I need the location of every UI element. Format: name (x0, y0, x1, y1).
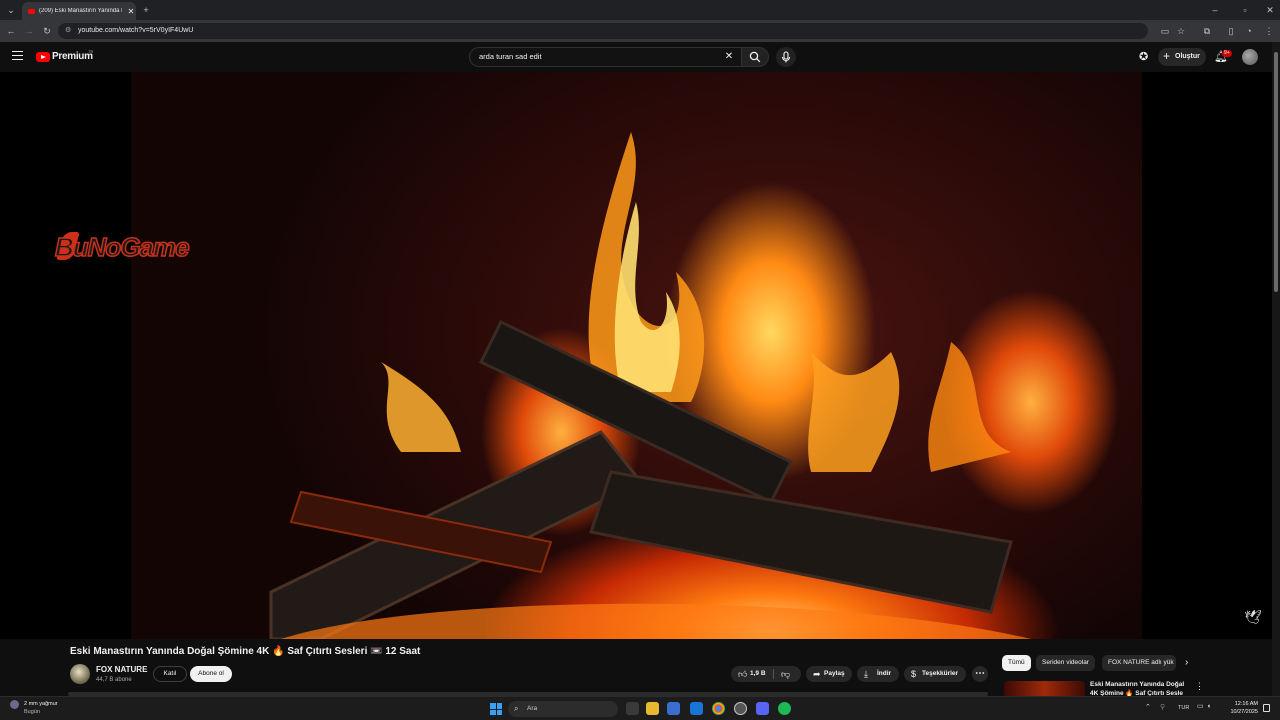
mic-icon (781, 51, 791, 63)
studio-icon[interactable]: ✪ (1139, 50, 1148, 63)
like-count[interactable]: 1,9 B (750, 666, 766, 682)
chip-channel[interactable]: FOX NATURE adlı yük (1102, 655, 1176, 671)
weather-day: Bugün (24, 709, 40, 715)
address-bar: ← → ↻ ⚙ youtube.com/watch?v=5rV0yIF4UwU … (0, 20, 1280, 42)
tab-search-icon[interactable]: ⌄ (4, 0, 18, 20)
bird-corner-icon: 🕊︎ (1244, 609, 1262, 625)
forward-icon[interactable]: → (22, 20, 36, 42)
create-label: Oluştur (1175, 53, 1200, 60)
join-button[interactable]: Katıl (153, 666, 187, 682)
subscribe-button[interactable]: Abone ol (190, 666, 232, 682)
recommended-menu-icon[interactable]: ⋮ (1195, 681, 1204, 691)
task-view-icon[interactable] (626, 702, 639, 715)
chip-all[interactable]: Tümü (1002, 655, 1031, 671)
maximize-icon[interactable]: ▫ (1238, 0, 1252, 20)
share-label: Paylaş (824, 670, 845, 677)
tab-close-icon[interactable]: ✕ (126, 7, 136, 16)
extensions-icon[interactable]: ⧉ (1200, 20, 1214, 42)
subscriber-count: 44,7 B abone (96, 677, 132, 683)
video-title: Eski Manastırın Yanında Doğal Şömine 4K … (70, 646, 421, 657)
store-icon[interactable] (667, 702, 680, 715)
video-player[interactable]: BuNoGame 🕊︎ (0, 72, 1272, 639)
taskbar-search-placeholder: Ara (527, 705, 538, 712)
taskbar-search-icon: ⌕ (514, 704, 519, 713)
bookmark-star-icon[interactable]: ☆ (1174, 20, 1188, 42)
tray-chevron-up-icon[interactable]: ⌃ (1145, 703, 1151, 711)
share-icon: ➦ (813, 669, 821, 679)
account-avatar[interactable] (1242, 49, 1258, 65)
more-actions-button[interactable]: ⋯ (972, 666, 988, 682)
like-icon[interactable]: 👍︎ (738, 666, 747, 682)
search-button[interactable] (741, 47, 769, 67)
fireplace-video-frame[interactable] (131, 72, 1142, 639)
window-close-icon[interactable]: ✕ (1263, 0, 1277, 20)
hamburger-icon[interactable] (12, 51, 23, 61)
url-field[interactable]: ⚙ youtube.com/watch?v=5rV0yIF4UwU (58, 23, 1148, 39)
rain-icon (10, 700, 19, 709)
channel-watermark: BuNoGame (54, 231, 190, 263)
tab-title: (209) Eski Manastırın Yanında D (39, 8, 122, 14)
chrome-icon[interactable] (712, 702, 725, 715)
region-code: TR (88, 49, 94, 54)
start-windows-icon[interactable] (490, 703, 502, 715)
search-input[interactable]: arda turan sad edit (469, 47, 741, 67)
tray-app-icon[interactable]: ⚲ (1160, 703, 1165, 711)
reload-icon[interactable]: ↻ (40, 20, 54, 42)
taskbar: 2 mm yağmur Bugün ⌕ Ara ⌃ ⚲ TUR ▭◖ 12:16… (0, 696, 1280, 720)
site-info-icon[interactable]: ⚙ (65, 23, 71, 39)
clock[interactable]: 12:16 AM 10/27/2025 (1228, 700, 1258, 716)
thanks-label: Teşekkürler (922, 670, 959, 677)
search-icon (749, 51, 761, 63)
scrollbar-thumb[interactable] (1274, 52, 1278, 292)
clock-date: 10/27/2025 (1230, 709, 1258, 715)
like-divider (773, 669, 774, 679)
clear-search-icon[interactable]: ✕ (723, 48, 735, 66)
weather-widget[interactable]: 2 mm yağmur Bugün (10, 700, 58, 716)
thanks-button[interactable]: $ Teşekkürler (904, 666, 966, 682)
dislike-icon[interactable]: 👎︎ (781, 666, 790, 682)
notification-badge: 9+ (1222, 50, 1232, 57)
chip-series[interactable]: Seriden videolar (1036, 655, 1095, 671)
cast-icon[interactable]: ▭ (1158, 20, 1172, 42)
recommended-title[interactable]: Eski Manastırın Yanında Doğal 4K Şömine … (1090, 681, 1190, 696)
browser-app-icon[interactable] (734, 702, 747, 715)
create-button[interactable]: + Oluştur (1158, 48, 1206, 66)
browser-tab-strip: ⌄ (209) Eski Manastırın Yanında D ✕ + – … (0, 0, 1280, 20)
file-explorer-icon[interactable] (646, 702, 659, 715)
share-button[interactable]: ➦ Paylaş (806, 666, 852, 682)
input-language[interactable]: TUR (1178, 705, 1189, 711)
weather-text: 2 mm yağmur (24, 701, 58, 707)
profile-icon[interactable]: ◔ (1242, 20, 1256, 42)
clock-time: 12:16 AM (1234, 701, 1258, 707)
thanks-icon: $ (911, 669, 917, 679)
plus-icon: + (1163, 49, 1171, 63)
browser-menu-icon[interactable]: ⋮ (1262, 20, 1276, 42)
sidebar-icon[interactable]: ▯ (1224, 20, 1238, 42)
download-icon: ⤓ (864, 669, 868, 679)
url-text: youtube.com/watch?v=5rV0yIF4UwU (78, 27, 194, 34)
back-icon[interactable]: ← (4, 20, 18, 42)
voice-search-button[interactable] (776, 47, 796, 67)
like-dislike-group: 👍︎ 1,9 B 👎︎ (731, 666, 801, 682)
spotify-icon[interactable] (778, 702, 791, 715)
page-scrollbar[interactable] (1272, 42, 1280, 696)
new-tab-button[interactable]: + (139, 0, 153, 20)
minimize-icon[interactable]: – (1208, 0, 1222, 20)
download-label: İndir (877, 670, 892, 677)
discord-icon[interactable] (756, 702, 769, 715)
chevron-right-icon[interactable]: › (1185, 655, 1188, 671)
download-button[interactable]: ⤓ İndir (857, 666, 899, 682)
tray-network-volume-icons[interactable]: ▭◖ (1197, 702, 1214, 710)
youtube-favicon-icon (28, 8, 35, 14)
browser-tab[interactable]: (209) Eski Manastırın Yanında D ✕ (22, 2, 136, 20)
youtube-logo-icon[interactable] (36, 52, 50, 62)
recommended-thumbnail[interactable] (1004, 681, 1085, 696)
premium-logo-text[interactable]: Premium (52, 51, 93, 62)
channel-name[interactable]: FOX NATURE (96, 665, 147, 674)
channel-avatar[interactable] (70, 664, 90, 684)
mail-icon[interactable] (690, 702, 703, 715)
fire-logs-illustration (269, 132, 1031, 639)
taskbar-search[interactable]: ⌕ Ara (508, 701, 618, 717)
notification-center-icon[interactable] (1263, 704, 1270, 712)
